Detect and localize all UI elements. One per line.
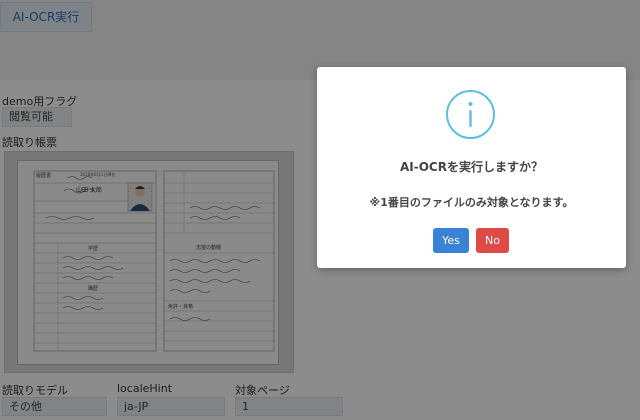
confirm-dialog: AI-OCRを実行しますか？ ※1番目のファイルのみ対象となります。 Yes N… xyxy=(317,67,626,268)
no-button[interactable]: No xyxy=(476,228,509,253)
dialog-title: AI-OCRを実行しますか？ xyxy=(400,160,543,174)
dialog-note: ※1番目のファイルのみ対象となります。 xyxy=(369,196,574,209)
info-icon xyxy=(446,90,495,139)
yes-button[interactable]: Yes xyxy=(433,228,469,253)
